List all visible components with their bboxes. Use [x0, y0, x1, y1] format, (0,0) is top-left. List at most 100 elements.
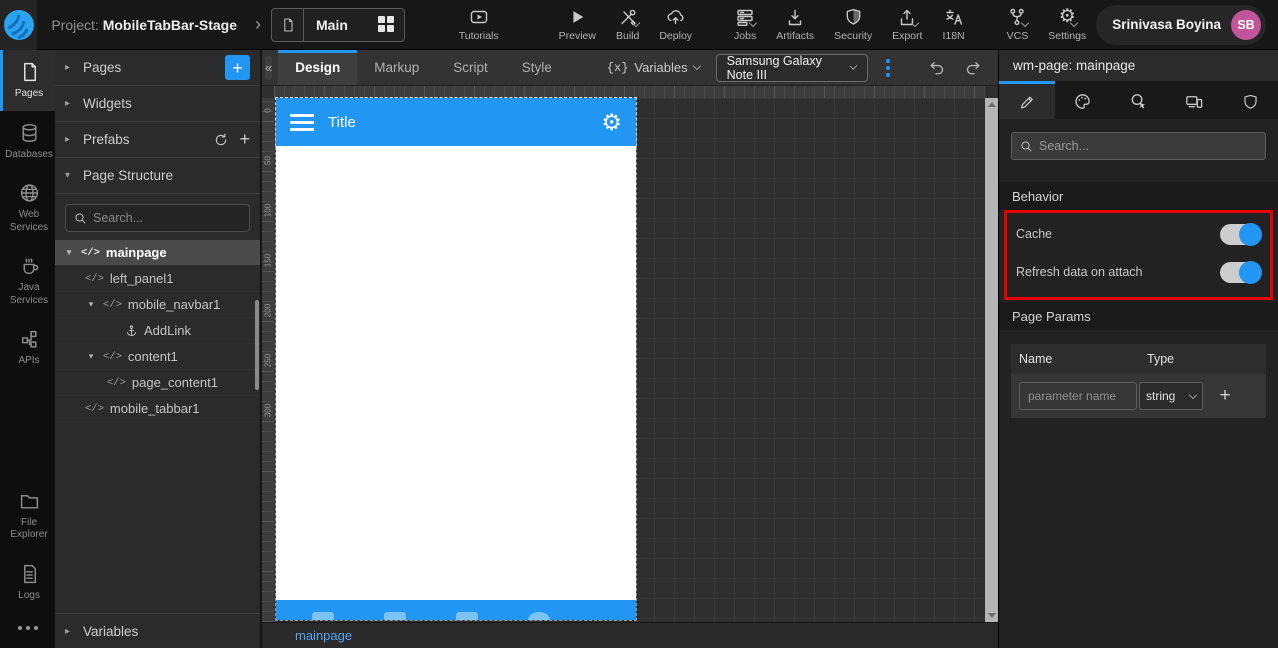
behavior-section-header[interactable]: Behavior: [999, 182, 1278, 210]
redo-icon[interactable]: [955, 58, 992, 77]
export-button[interactable]: Export: [882, 0, 932, 49]
tabbar-item-icon: [384, 612, 406, 620]
page-switcher[interactable]: Main: [271, 7, 405, 42]
param-type-select[interactable]: string: [1139, 382, 1203, 410]
tree-item-left-panel1[interactable]: </> left_panel1: [55, 266, 260, 292]
explorer-scrollbar[interactable]: [255, 300, 259, 390]
canvas-column: « Design Markup Script Style {x} Variabl…: [262, 50, 1036, 648]
sidebar-item-databases[interactable]: Databases: [0, 111, 55, 172]
structure-search-input[interactable]: [93, 211, 241, 225]
project-label: Project:: [51, 16, 99, 33]
search-icon: [1020, 140, 1033, 153]
tree-item-addlink[interactable]: AddLink: [55, 318, 260, 344]
tab-design[interactable]: Design: [278, 50, 358, 85]
tab-security[interactable]: [1222, 81, 1278, 119]
sidebar-item-java-services[interactable]: Java Services: [0, 244, 55, 317]
artifacts-button[interactable]: Artifacts: [766, 0, 824, 49]
caret-collapsed-icon: ▸: [65, 62, 71, 73]
settings-gear-icon: ⚙: [1059, 7, 1078, 28]
sidebar-item-file-explorer[interactable]: File Explorer: [0, 479, 55, 552]
cache-toggle[interactable]: [1220, 222, 1262, 246]
tutorials-icon: [469, 7, 489, 27]
caret-expanded-icon[interactable]: ▾: [85, 351, 97, 362]
section-prefabs[interactable]: ▸ Prefabs +: [55, 122, 260, 158]
breadcrumb-mainpage[interactable]: mainpage: [295, 628, 352, 643]
tab-events[interactable]: [1111, 81, 1167, 119]
wavemaker-logo[interactable]: [0, 0, 38, 50]
design-canvas[interactable]: 0 50 100 150 200 250 300 Title ⚙: [262, 86, 998, 622]
vcs-button[interactable]: VCS: [997, 0, 1039, 49]
variables-x-icon: {x}: [606, 60, 629, 75]
add-param-button[interactable]: +: [1211, 385, 1239, 407]
caret-expanded-icon[interactable]: ▾: [85, 299, 97, 310]
tab-style[interactable]: Style: [505, 50, 569, 85]
variables-dropdown[interactable]: {x} Variables: [606, 60, 701, 75]
preview-button[interactable]: Preview: [549, 0, 606, 49]
more-canvas-options-icon[interactable]: [882, 55, 894, 81]
canvas-scrollbar[interactable]: [985, 98, 998, 622]
globe-icon: [19, 182, 40, 204]
build-button[interactable]: Build: [606, 0, 649, 49]
add-prefab-icon[interactable]: +: [239, 129, 250, 150]
mobile-navbar-widget[interactable]: Title ⚙: [275, 97, 637, 147]
tab-markup[interactable]: Markup: [357, 50, 436, 85]
navbar-title[interactable]: Title: [328, 114, 356, 131]
settings-button[interactable]: ⚙ Settings: [1038, 0, 1096, 49]
page-content-widget[interactable]: [276, 146, 636, 600]
palette-icon: [1073, 92, 1092, 111]
undo-icon[interactable]: [918, 58, 955, 77]
refresh-data-on-attach-toggle[interactable]: [1220, 260, 1262, 284]
properties-search-input[interactable]: [1039, 139, 1257, 153]
highlight-annotation: Cache Refresh data on attach: [1004, 210, 1273, 300]
navbar-gear-icon[interactable]: ⚙: [601, 110, 622, 134]
section-page-structure[interactable]: ▾ Page Structure: [55, 158, 260, 194]
sidebar-item-web-services[interactable]: Web Services: [0, 171, 55, 244]
tree-item-mobile-navbar1[interactable]: ▾ </> mobile_navbar1: [55, 292, 260, 318]
device-select[interactable]: Samsung Galaxy Note III: [715, 53, 868, 82]
collapse-left-panel-icon[interactable]: «: [265, 55, 273, 80]
properties-panel: wm-page: mainpage Search... Behavior Cac…: [998, 50, 1278, 648]
caret-down-icon: [692, 61, 701, 71]
scroll-up-icon[interactable]: [987, 102, 996, 107]
device-preview[interactable]: Title ⚙: [275, 97, 637, 621]
jobs-button[interactable]: Jobs: [724, 0, 766, 49]
hamburger-menu-icon[interactable]: [290, 113, 314, 131]
pencil-icon: [1018, 93, 1036, 111]
sidebar-item-logs[interactable]: Logs: [0, 552, 55, 613]
security-button[interactable]: Security: [824, 0, 882, 49]
chevron-right-icon: ›: [255, 14, 262, 34]
tabbar-item-icon: [312, 612, 334, 620]
section-variables[interactable]: ▸ Variables: [55, 613, 260, 648]
section-widgets[interactable]: ▸ Widgets: [55, 86, 260, 122]
refresh-icon[interactable]: [213, 132, 229, 148]
page-params-section-header[interactable]: Page Params: [999, 302, 1278, 330]
tab-devices[interactable]: [1166, 81, 1222, 119]
grid-view-icon[interactable]: [377, 16, 395, 33]
i18n-button[interactable]: I18N: [932, 0, 974, 49]
tab-styles[interactable]: [1055, 81, 1111, 119]
sidebar-item-apis[interactable]: APIs: [0, 317, 55, 378]
more-options-icon[interactable]: [0, 612, 55, 648]
tree-item-mainpage[interactable]: ▾ </> mainpage: [55, 240, 260, 266]
vcs-icon: [1007, 7, 1030, 28]
properties-search: [1011, 132, 1266, 160]
param-name-input[interactable]: [1019, 382, 1137, 410]
user-menu[interactable]: Srinivasa Boyina SB: [1096, 4, 1266, 45]
mobile-tabbar-widget[interactable]: [276, 600, 636, 620]
tree-item-mobile-tabbar1[interactable]: </> mobile_tabbar1: [55, 396, 260, 422]
add-page-button[interactable]: +: [225, 55, 250, 80]
database-icon: [19, 122, 40, 144]
tree-item-content1[interactable]: ▾ </> content1: [55, 344, 260, 370]
tab-script[interactable]: Script: [436, 50, 505, 85]
tree-item-page-content1[interactable]: </> page_content1: [55, 370, 260, 396]
caret-expanded-icon[interactable]: ▾: [63, 247, 75, 258]
section-pages[interactable]: ▸ Pages +: [55, 50, 260, 86]
sidebar-item-pages[interactable]: Pages: [0, 50, 55, 111]
canvas-statusbar: mainpage: [262, 622, 998, 648]
scroll-down-icon[interactable]: [987, 613, 996, 618]
deploy-button[interactable]: Deploy: [649, 0, 702, 49]
tab-properties[interactable]: [999, 81, 1055, 119]
explorer-panel: ▸ Pages + ▸ Widgets ▸ Prefabs + ▾ Page S…: [55, 50, 262, 648]
tutorials-button[interactable]: Tutorials: [449, 0, 509, 49]
jobs-icon: [735, 7, 758, 28]
